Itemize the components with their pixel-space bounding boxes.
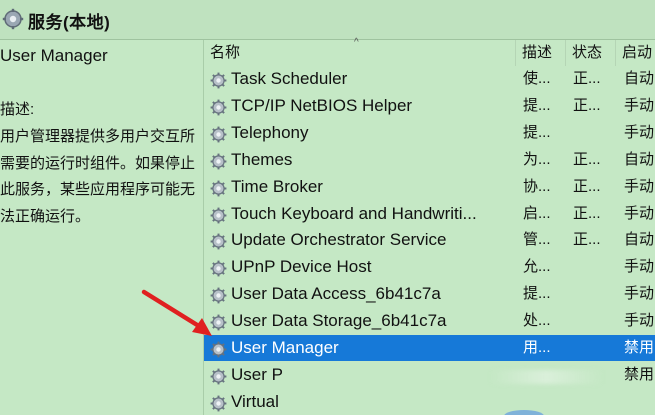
taskbar-edge	[504, 410, 544, 415]
column-header-description-label: 描述	[522, 44, 553, 61]
column-header-name-label: 名称	[210, 44, 241, 61]
service-status: 正...	[573, 204, 601, 222]
service-description: 为...	[523, 150, 551, 168]
gear-icon	[210, 179, 227, 196]
service-row[interactable]: Virtual	[204, 389, 655, 415]
selected-service-name: User Manager	[0, 46, 108, 65]
service-name: Time Broker	[231, 176, 323, 196]
service-name: TCP/IP NetBIOS Helper	[231, 95, 413, 115]
service-startup-type: 自动	[624, 231, 655, 249]
sort-up-icon: ^	[354, 37, 359, 48]
description-label: 描述:	[0, 101, 35, 118]
service-row[interactable]: Telephony 提... 手动	[204, 120, 655, 146]
service-name: Virtual	[231, 391, 279, 411]
service-description: 使...	[523, 70, 551, 87]
service-startup-type: 手动	[624, 96, 655, 114]
column-header-status[interactable]: 状态	[566, 40, 616, 66]
gear-icon	[210, 98, 227, 116]
service-name: Telephony	[231, 122, 309, 142]
service-description: 提...	[523, 96, 551, 114]
service-name: User Manager	[231, 338, 339, 357]
service-row[interactable]: User Data Access_6b41c7a 提... 手动	[204, 281, 655, 307]
service-description: 处...	[523, 312, 551, 330]
service-startup-type: 手动	[624, 312, 655, 330]
service-name: Task Scheduler	[231, 69, 348, 88]
service-row[interactable]: Touch Keyboard and Handwriti... 启... 正... 手…	[204, 201, 655, 227]
service-name: User Data Storage_6b41c7a	[231, 311, 447, 331]
service-row[interactable]: Time Broker 协... 正... 手动	[204, 174, 655, 200]
description-pane: User Manager 描述: 用户管理器提供多用户交互所需要的运行时组件。如…	[0, 40, 204, 415]
service-name: Update Orchestrator Service	[231, 230, 447, 250]
service-row[interactable]: User P 禁用	[204, 362, 655, 388]
column-header-startup[interactable]: 启动	[616, 40, 655, 66]
service-status: 正...	[573, 150, 601, 168]
service-startup-type: 手动	[624, 285, 655, 303]
service-name: User P	[231, 364, 283, 384]
gear-icon	[210, 71, 227, 89]
service-startup-type: 自动	[624, 70, 655, 87]
service-row[interactable]: TCP/IP NetBIOS Helper 提... 正... 手动	[204, 93, 655, 119]
gear-icon	[210, 152, 227, 170]
gear-icon	[210, 259, 227, 277]
service-name: UPnP Device Host	[231, 257, 372, 277]
service-startup-type: 手动	[624, 258, 655, 276]
service-description: 协...	[523, 177, 551, 195]
service-name: Touch Keyboard and Handwriti...	[231, 203, 477, 223]
service-description: 管...	[523, 231, 551, 249]
column-header-name[interactable]: 名称 ^	[204, 37, 516, 66]
service-name: User Data Access_6b41c7a	[231, 284, 441, 304]
gear-icon	[210, 125, 227, 143]
gear-icon	[210, 206, 227, 223]
service-row[interactable]: UPnP Device Host 允... 手动	[204, 254, 655, 280]
services-list: 名称 ^ 描述 状态 启动 Task Scheduler 使... 正... 自动 TC…	[204, 37, 655, 415]
service-status: 正...	[573, 96, 601, 114]
service-row[interactable]: Task Scheduler 使... 正... 自动	[204, 66, 655, 92]
services-window: 服务(本地) User Manager 描述: 用户管理器提供多用户交互所需要的…	[0, 0, 655, 415]
service-status: 正...	[573, 231, 601, 249]
gear-icon	[210, 394, 227, 412]
red-arrow-annotation	[141, 289, 212, 336]
gear-icon	[210, 232, 227, 250]
column-header-description[interactable]: 描述	[516, 40, 566, 66]
service-startup-type: 手动	[624, 177, 655, 195]
pane-title: 服务(本地)	[28, 13, 111, 32]
service-startup-type: 禁用	[624, 365, 655, 383]
pane-header: 服务(本地)	[0, 0, 655, 40]
service-startup-type: 禁用	[624, 339, 655, 356]
service-name: Themes	[231, 149, 293, 169]
service-status: 正...	[573, 177, 601, 195]
service-row[interactable]: Update Orchestrator Service 管... 正... 自动	[204, 227, 655, 253]
service-description: 启...	[523, 204, 551, 222]
service-row-selected[interactable]: User Manager 用... 禁用	[204, 335, 655, 361]
service-description: 用...	[523, 339, 551, 356]
service-description: 提...	[523, 285, 551, 303]
services-gear-icon	[2, 8, 24, 30]
service-row[interactable]: Themes 为... 正... 自动	[204, 147, 655, 173]
service-startup-type: 自动	[624, 150, 655, 168]
service-row[interactable]: User Data Storage_6b41c7a 处... 手动	[204, 308, 655, 334]
service-description: 提...	[523, 123, 551, 141]
service-description: 允...	[523, 258, 551, 276]
gear-icon	[210, 367, 227, 385]
service-status: 正...	[573, 70, 601, 87]
column-header-status-label: 状态	[572, 44, 603, 61]
service-startup-type: 手动	[624, 204, 655, 222]
obscured-text	[491, 369, 601, 384]
service-startup-type: 手动	[624, 123, 655, 141]
description-text: 用户管理器提供多用户交互所需要的运行时组件。如果停止此服务，某些应用程序可能无法…	[0, 128, 196, 225]
column-header-startup-label: 启动	[622, 44, 653, 61]
